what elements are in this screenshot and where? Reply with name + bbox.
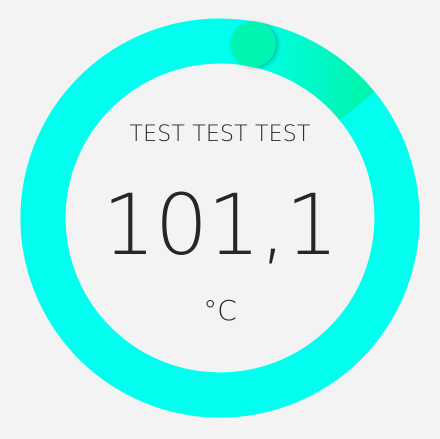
gauge-value: 101,1 — [102, 176, 338, 274]
gauge-progress-cap — [230, 21, 276, 67]
gauge-unit: °C — [203, 294, 237, 327]
gauge-title: TEST TEST TEST — [129, 122, 311, 147]
gauge-widget: TEST TEST TEST 101,1 °C — [0, 0, 440, 439]
